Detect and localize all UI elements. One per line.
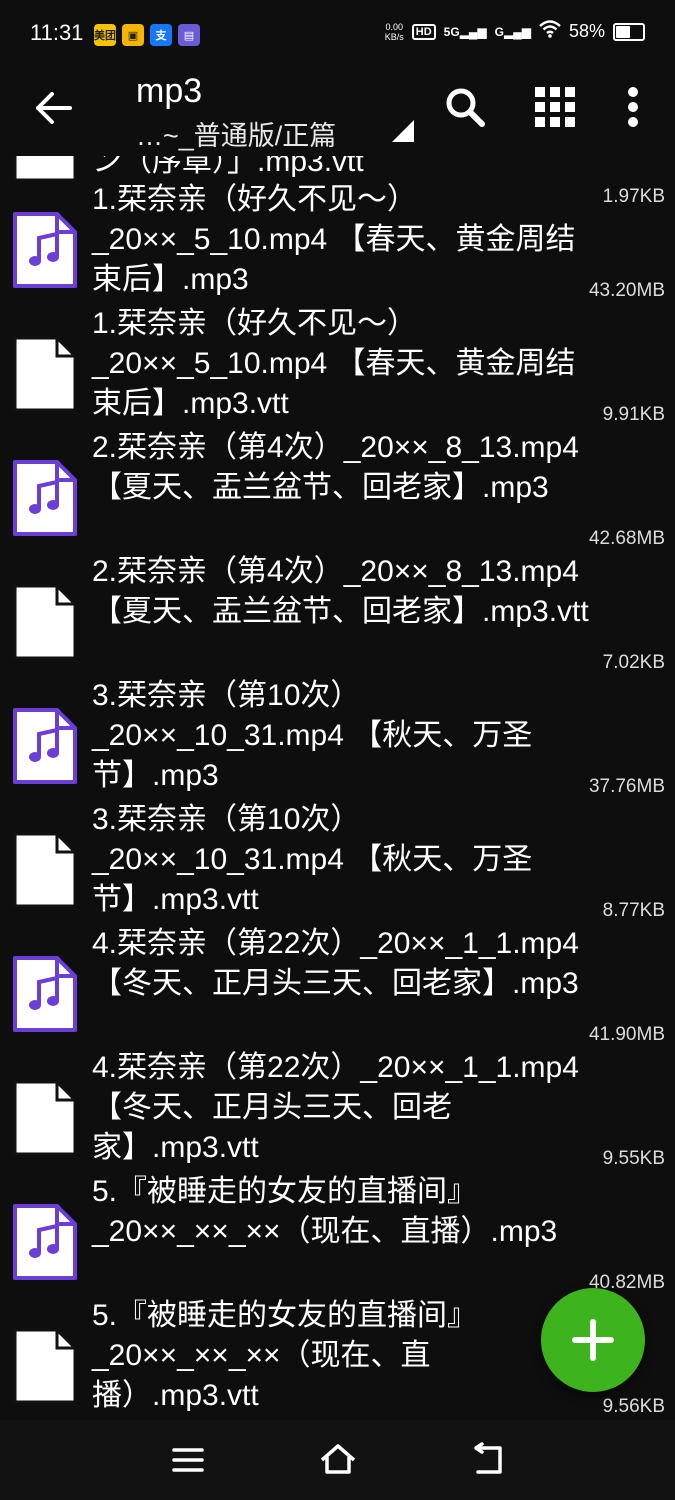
notes-icon: ▣ [122,24,144,46]
file-size: 8.77KB [602,900,665,921]
hd-icon: HD [411,23,436,40]
file-row[interactable]: 1.栞奈亲（好久不见～）_20××_5_10.mp4 【春天、黄金周结束后】.m… [0,183,675,310]
file-row[interactable]: 4.栞奈亲（第22次）_20××_1_1.mp4 【冬天、正月头三天、回老家】.… [0,1051,675,1178]
back-button[interactable] [34,88,74,128]
file-name: 3.栞奈亲（第10次）_20××_10_31.mp4 【秋天、万圣节】.mp3 [92,679,533,792]
document-file-icon [13,336,77,412]
file-size: 9.56KB [602,1396,665,1417]
more-vert-icon [628,87,638,127]
file-row[interactable]: 3.栞奈亲（第10次）_20××_10_31.mp4 【秋天、万圣节】.mp3 3… [0,679,675,806]
document-file-icon [13,156,77,182]
network-speed: 0.00 KB/s [384,21,404,42]
search-button[interactable] [440,82,490,132]
file-name: 5.『被睡走的女友的直播间』_20××_××_××（现在、直播）.mp3 [92,1175,558,1248]
document-file-icon [13,1080,77,1156]
home-icon [320,1444,356,1474]
path-subtitle[interactable]: …~_普通版/正篇 [136,114,336,153]
more-options-button[interactable] [608,82,658,132]
clock: 11:31 [30,20,84,45]
file-row[interactable]: 2.栞奈亲（第4次）_20××_8_13.mp4 【夏天、盂兰盆节、回老家】.m… [0,555,675,682]
battery-icon [613,22,645,41]
system-nav-bar [0,1420,675,1500]
file-name: 4.栞奈亲（第22次）_20××_1_1.mp4 【冬天、正月头三天、回老家】.… [92,927,579,1000]
back-arrow-icon [36,92,72,124]
wifi-icon [539,20,561,43]
file-name: 2.栞奈亲（第4次）_20××_8_13.mp4 【夏天、盂兰盆节、回老家】.m… [92,555,589,628]
file-name: 5.『被睡走的女友的直播间』_20××_××_××（现在、直播）.mp3.vtt [92,1299,478,1412]
notification-icons: 美团 ▣ 支 ▤ [94,24,200,46]
toolbar: mp3 …~_普通版/正篇 [0,70,675,156]
file-name: 3.栞奈亲（第10次）_20××_10_31.mp4 【秋天、万圣节】.mp3.… [92,803,533,916]
file-size: 9.55KB [602,1148,665,1169]
page-title: mp3 [136,72,203,110]
meituan-icon: 美团 [94,24,116,46]
alipay-icon: 支 [150,24,172,46]
audio-file-icon [13,212,77,288]
signal-5g-icon: 5G▂▄▆ [443,24,487,39]
dropdown-triangle-icon[interactable] [392,120,414,142]
search-icon [446,88,485,127]
file-row[interactable]: 4.栞奈亲（第22次）_20××_1_1.mp4 【冬天、正月头三天、回老家】.… [0,927,675,1054]
file-size: 9.91KB [602,404,665,425]
menu-nav-button[interactable] [168,1440,208,1480]
file-name: 1.栞奈亲（好久不见～）_20××_5_10.mp4 【春天、黄金周结束后】.m… [92,307,576,420]
back-nav-button[interactable] [468,1440,508,1480]
file-size: 37.76MB [588,776,665,797]
file-size: 41.90MB [588,1024,665,1045]
add-button[interactable] [541,1288,645,1392]
file-name: 4.栞奈亲（第22次）_20××_1_1.mp4 【冬天、正月头三天、回老家】.… [92,1051,579,1164]
audio-file-icon [13,956,77,1032]
file-name: 1.栞奈亲（好久不见～）_20××_5_10.mp4 【春天、黄金周结束后】.m… [92,183,576,296]
system-indicators: 0.00 KB/s HD 5G▂▄▆ G▂▄▆ 58% [385,20,645,43]
return-icon [474,1442,502,1474]
file-row[interactable]: 3.栞奈亲（第10次）_20××_10_31.mp4 【秋天、万圣节】.mp3.… [0,803,675,930]
plus-icon [572,1319,614,1361]
file-row[interactable]: 1.栞奈亲（好久不见～）_20××_5_10.mp4 【春天、黄金周结束后】.m… [0,307,675,434]
audio-file-icon [13,1204,77,1280]
file-row[interactable]: 2.栞奈亲（第4次）_20××_8_13.mp4 【夏天、盂兰盆节、回老家】.m… [0,431,675,558]
status-bar: 11:31 美团 ▣ 支 ▤ 0.00 KB/s HD 5G▂▄▆ G▂▄▆ 58% [0,0,675,70]
battery-percent: 58% [568,21,605,41]
document-file-icon [13,1328,77,1404]
document-file-icon [13,584,77,660]
document-file-icon [13,832,77,908]
file-size: 7.02KB [602,652,665,673]
file-size: 43.20MB [588,280,665,301]
signal-icon: G▂▄▆ [494,24,531,39]
audio-file-icon [13,460,77,536]
file-list: ン（序章）」.mp3.vtt 1.97KB 1.栞奈亲（好久不见～）_20××_5_… [0,156,675,1420]
app-icon: ▤ [178,24,200,46]
file-size: 42.68MB [588,528,665,549]
file-name: 2.栞奈亲（第4次）_20××_8_13.mp4 【夏天、盂兰盆节、回老家】.m… [92,431,579,504]
file-row[interactable]: 5.『被睡走的女友的直播间』_20××_××_××（现在、直播）.mp3 40.8… [0,1175,675,1302]
home-nav-button[interactable] [318,1440,358,1480]
grid-icon [535,87,575,127]
grid-view-button[interactable] [530,82,580,132]
file-name: ン（序章）」.mp3.vtt [92,156,364,178]
audio-file-icon [13,708,77,784]
menu-icon [172,1448,204,1472]
